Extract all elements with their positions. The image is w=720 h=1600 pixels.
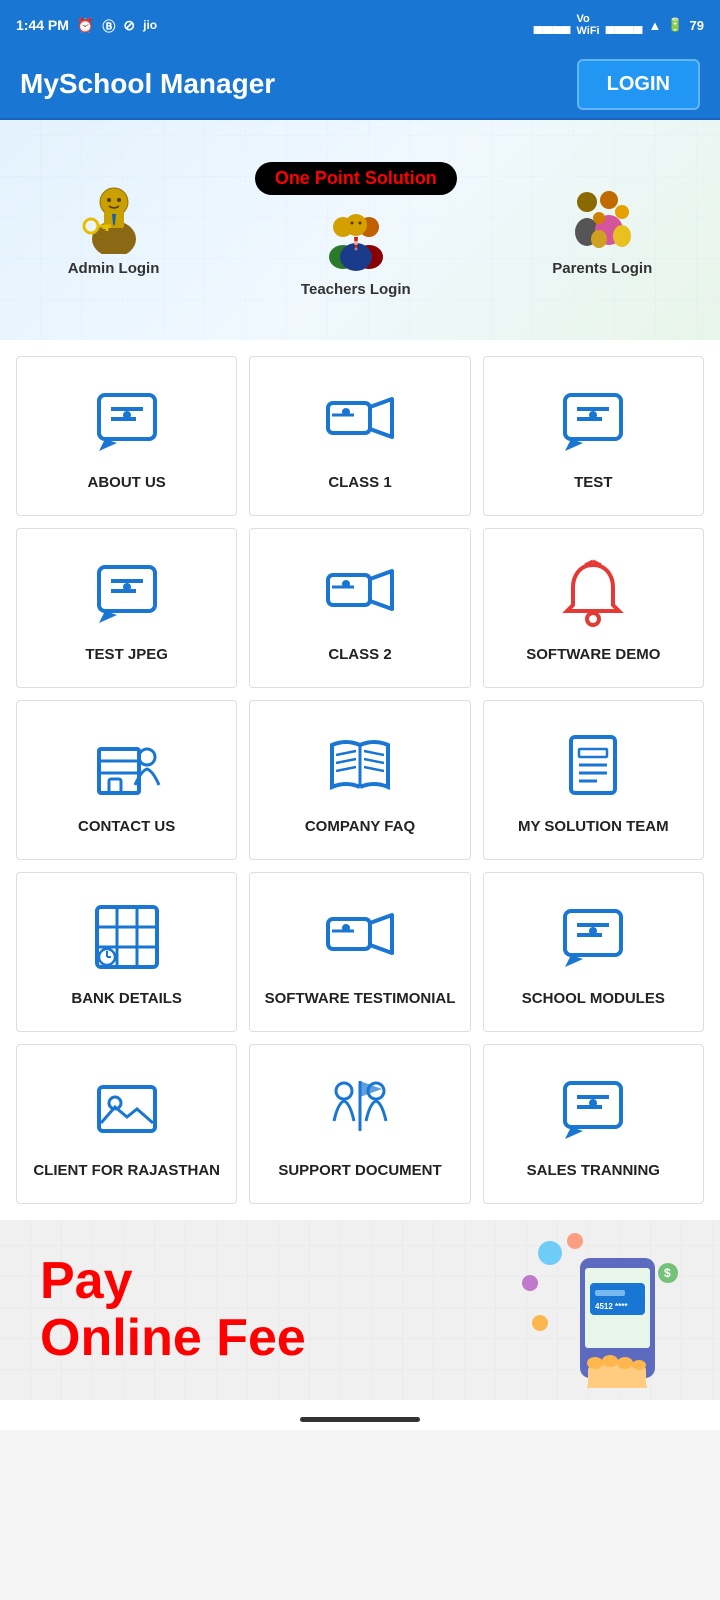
sales-tranning-icon <box>557 1073 629 1145</box>
sales-tranning-label: SALES TRANNING <box>527 1161 660 1181</box>
teachers-icon <box>321 205 391 275</box>
test-jpeg-label: TEST JPEG <box>85 645 168 665</box>
menu-grid-section: ABOUT US CLASS 1 TEST TEST JPEG <box>0 340 720 1220</box>
admin-label: Admin Login <box>68 260 160 277</box>
time: 1:44 PM <box>16 17 69 33</box>
grid-item-support-document[interactable]: SUPPORT DOCUMENT <box>249 1044 470 1204</box>
grid-item-school-modules[interactable]: SCHOOL MODULES <box>483 872 704 1032</box>
class-2-icon <box>324 557 396 629</box>
about-us-label: ABOUT US <box>87 473 165 493</box>
parents-login-section: Parents Login <box>552 184 652 277</box>
signal-icon: ⊘ <box>123 17 135 34</box>
software-testimonial-label: SOFTWARE TESTIMONIAL <box>265 989 456 1009</box>
jio-icon: jio <box>143 18 157 32</box>
login-button[interactable]: LOGIN <box>577 59 700 110</box>
support-document-icon <box>324 1073 396 1145</box>
footer-banner: Pay Online Fee 4512 **** $ <box>0 1220 720 1400</box>
battery-icon: 🔋 <box>667 17 683 33</box>
software-demo-icon <box>557 557 629 629</box>
contact-us-label: CONTACT US <box>78 817 175 837</box>
grid-item-class-1[interactable]: CLASS 1 <box>249 356 470 516</box>
test-icon <box>557 385 629 457</box>
svg-text:$: $ <box>664 1266 671 1280</box>
support-document-label: SUPPORT DOCUMENT <box>278 1161 441 1181</box>
teachers-label: Teachers Login <box>301 281 411 298</box>
footer-line1: Pay <box>40 1253 306 1310</box>
footer-line2: Online Fee <box>40 1310 306 1367</box>
parents-icon <box>567 184 637 254</box>
wifi-bars: ▄▄▄▄ <box>606 18 643 33</box>
grid-item-client-rajasthan[interactable]: CLIENT FOR RAJASTHAN <box>16 1044 237 1204</box>
grid-item-about-us[interactable]: ABOUT US <box>16 356 237 516</box>
alarm-icon: ⏰ <box>77 17 94 34</box>
wifi-icon: ▲ <box>648 18 661 33</box>
grid-item-contact-us[interactable]: CONTACT US <box>16 700 237 860</box>
client-rajasthan-icon <box>91 1073 163 1145</box>
class-1-label: CLASS 1 <box>328 473 391 493</box>
grid-item-test[interactable]: TEST <box>483 356 704 516</box>
grid-item-company-faq[interactable]: COMPANY FAQ <box>249 700 470 860</box>
status-bar: 1:44 PM ⏰ Ⓑ ⊘ jio ▄▄▄▄ VoWiFi ▄▄▄▄ ▲ 🔋 7… <box>0 0 720 50</box>
company-faq-label: COMPANY FAQ <box>305 817 415 837</box>
app-title: MySchool Manager <box>20 68 275 100</box>
bank-details-icon <box>91 901 163 973</box>
grid-item-software-demo[interactable]: SOFTWARE DEMO <box>483 528 704 688</box>
admin-icon <box>79 184 149 254</box>
banner-tagline: One Point Solution <box>255 162 457 195</box>
phone-illustration: 4512 **** $ <box>520 1233 680 1388</box>
grid-item-class-2[interactable]: CLASS 2 <box>249 528 470 688</box>
home-indicator <box>300 1417 420 1422</box>
bank-details-label: BANK DETAILS <box>71 989 182 1009</box>
footer-text: Pay Online Fee <box>40 1253 306 1367</box>
menu-grid: ABOUT US CLASS 1 TEST TEST JPEG <box>16 356 704 1204</box>
software-demo-label: SOFTWARE DEMO <box>526 645 660 665</box>
network-bars: ▄▄▄▄ <box>534 18 571 33</box>
grid-item-test-jpeg[interactable]: TEST JPEG <box>16 528 237 688</box>
contact-us-icon <box>91 729 163 801</box>
company-faq-icon <box>324 729 396 801</box>
hero-banner: Admin Login One Point Solution <box>0 120 720 340</box>
parents-label: Parents Login <box>552 260 652 277</box>
admin-login-section: Admin Login <box>68 184 160 277</box>
test-label: TEST <box>574 473 612 493</box>
battery-level: 79 <box>690 18 704 33</box>
grid-item-software-testimonial[interactable]: SOFTWARE TESTIMONIAL <box>249 872 470 1032</box>
about-us-icon <box>91 385 163 457</box>
b-icon: Ⓑ <box>102 16 115 35</box>
software-testimonial-icon <box>324 901 396 973</box>
class-1-icon <box>324 385 396 457</box>
banner-center: One Point Solution <box>255 162 457 298</box>
bottom-bar <box>0 1400 720 1430</box>
my-solution-team-icon <box>557 729 629 801</box>
test-jpeg-icon <box>91 557 163 629</box>
client-rajasthan-label: CLIENT FOR RAJASTHAN <box>33 1161 220 1181</box>
vo-wifi-label: VoWiFi <box>577 13 600 37</box>
grid-item-my-solution-team[interactable]: MY SOLUTION TEAM <box>483 700 704 860</box>
svg-text:4512 ****: 4512 **** <box>595 1302 628 1311</box>
grid-item-bank-details[interactable]: BANK DETAILS <box>16 872 237 1032</box>
status-right: ▄▄▄▄ VoWiFi ▄▄▄▄ ▲ 🔋 79 <box>534 13 704 37</box>
school-modules-label: SCHOOL MODULES <box>522 989 665 1009</box>
app-bar: MySchool Manager LOGIN <box>0 50 720 120</box>
grid-item-sales-tranning[interactable]: SALES TRANNING <box>483 1044 704 1204</box>
my-solution-team-label: MY SOLUTION TEAM <box>518 817 669 837</box>
school-modules-icon <box>557 901 629 973</box>
status-left: 1:44 PM ⏰ Ⓑ ⊘ jio <box>16 16 157 35</box>
class-2-label: CLASS 2 <box>328 645 391 665</box>
